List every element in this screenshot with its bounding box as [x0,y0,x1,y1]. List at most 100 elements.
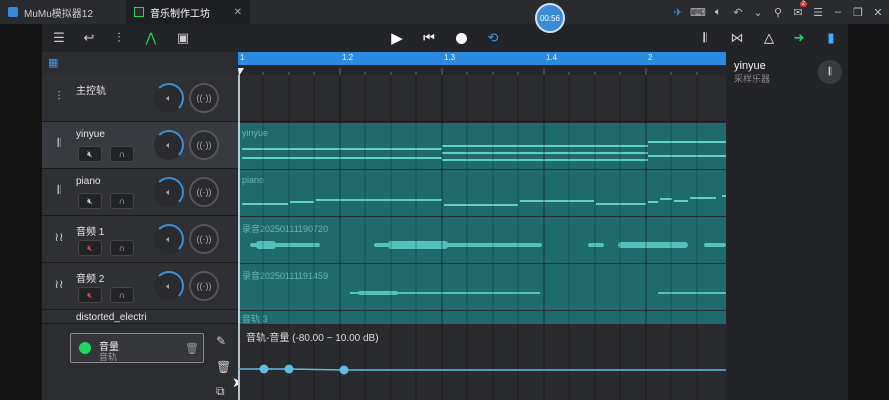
close-tab-icon[interactable]: ✕ [234,7,242,18]
volume-knob[interactable]: 🔈︎ [154,177,184,207]
midi-notes [242,195,726,206]
piano-keys-icon: 𝄃 [57,182,61,197]
pencil-icon[interactable]: ✎ [216,334,226,348]
back-icon[interactable]: ↶ [728,0,748,24]
waveform [250,241,726,249]
track-audio-2[interactable]: ≀≀ 音频 2 🔇︎ ∩ 🔈︎ ((·)) [42,263,238,310]
solo-headphones-button[interactable]: ∩ [110,146,134,162]
arrangement-area[interactable]: yinyue piano 录音20250111190720 录音20250111… [238,75,726,324]
automation-point[interactable] [339,365,349,375]
param-subtitle: 音轨 [99,352,118,362]
panel-toggle-icon[interactable]: ▮ [820,27,842,49]
undo-icon[interactable]: ↩ [78,27,100,49]
volume-knob[interactable]: 🔈︎ [154,271,184,301]
arrow-right-icon[interactable]: ➜ [788,27,810,49]
delete-icon[interactable]: 🗑︎ [216,360,231,374]
tab-mumu[interactable]: MuMu模拟器12 [0,0,120,24]
track-audio-1[interactable]: ≀≀ 音频 1 🔇︎ ∩ 🔈︎ ((·)) [42,216,238,263]
volume-icon[interactable]: 🔈︎ [708,0,728,24]
solo-headphones-button[interactable]: ∩ [110,240,134,256]
tab-music-studio[interactable]: 音乐制作工坊 ✕ [126,0,250,24]
sliders-icon: ⫶ [57,88,61,103]
ruler-marker: 1.4 [546,53,558,62]
inspector-instrument: 采样乐器 [734,74,771,84]
track-distorted[interactable]: distorted_electri [42,310,238,324]
loop-icon[interactable]: ⟲ [482,27,504,49]
ruler-marker: 1.3 [444,53,456,62]
automation-panel: 音量 音轨 🗑︎ ✎ 🗑︎ ⧉ ➤ [42,324,244,400]
inspector-track-name: yinyue [734,60,766,72]
save-icon[interactable]: ▣ [172,27,194,49]
right-gutter [848,24,889,400]
maximize-icon[interactable]: ❐ [848,0,868,24]
pan-knob[interactable]: ((·)) [189,271,219,301]
piano-keys-icon[interactable]: 𝄃 [818,60,842,84]
clip-piano[interactable]: piano [238,170,726,216]
tab-label: 音乐制作工坊 [150,8,210,20]
audio-wave-icon: ≀≀ [54,230,64,244]
volume-knob[interactable]: 🔈︎ [154,130,184,160]
metronome-split-icon[interactable]: ⋈ [726,27,748,49]
mute-button[interactable]: 🔇︎ [78,146,102,162]
clip-audio-1[interactable]: 录音20250111190720 [238,217,726,263]
solo-headphones-button[interactable]: ∩ [110,287,134,303]
timeline-ruler[interactable]: 1 1.2 1.3 1.4 2 [238,52,726,65]
automation-point[interactable] [284,364,294,374]
mute-button-active[interactable]: 🔇︎ [78,287,102,303]
pan-knob[interactable]: ((·)) [189,224,219,254]
track-grid-icon[interactable]: ▦ [48,56,66,70]
close-window-icon[interactable]: ✕ [868,0,888,24]
clip-audio-2[interactable]: 录音20250111191459 [238,264,726,310]
mail-icon[interactable]: ✉ 2 [788,0,808,24]
track-master[interactable]: ⫶ 主控轨 🔈︎ ((·)) [42,75,238,122]
automation-point[interactable] [259,364,269,374]
clip-track-3[interactable]: 音轨 3 [238,311,726,324]
clip-yinyue[interactable]: yinyue [238,123,726,169]
tab-label: MuMu模拟器12 [24,8,93,20]
keyboard-icon[interactable]: ⌨ [688,0,708,24]
user-icon[interactable]: ⚲ [768,0,788,24]
automation-range-label: 音轨-音量 (-80.00 ~ 10.00 dB) [246,333,379,344]
menu-icon[interactable]: ☰ [48,27,70,49]
automation-graph[interactable]: 音轨-音量 (-80.00 ~ 10.00 dB) [238,324,726,400]
track-yinyue[interactable]: 𝄃 yinyue 🔇︎ ∩ 🔈︎ ((·)) [42,122,238,169]
play-icon[interactable]: ▶ [386,27,408,49]
track-name: yinyue [76,129,105,140]
volume-knob[interactable]: 🔈︎ [154,83,184,113]
ruler-ticks [238,65,726,78]
metronome-icon[interactable]: △ [758,27,780,49]
ruler-marker: 1.2 [342,53,354,62]
skip-start-icon[interactable]: ⏮ [418,27,440,49]
piano-keys-icon: 𝄃 [57,135,61,150]
minimize-icon[interactable]: – [828,0,848,24]
volume-knob[interactable]: 🔈︎ [154,224,184,254]
clip-label: 音轨 3 [242,314,268,324]
solo-headphones-button[interactable]: ∩ [110,193,134,209]
pan-knob[interactable]: ((·)) [189,83,219,113]
automation-curve [238,368,726,371]
mixer-icon[interactable]: ⫶ [108,27,130,49]
track-name: 主控轨 [76,86,106,97]
left-gutter [0,24,42,400]
copy-icon[interactable]: ⧉ [216,384,225,399]
pan-knob[interactable]: ((·)) [189,130,219,160]
waveform [350,291,726,295]
gamepad-icon[interactable]: ✈ [668,0,688,24]
mute-button[interactable]: 🔇︎ [78,193,102,209]
track-name: piano [76,176,101,187]
trash-icon[interactable]: 🗑︎ [185,342,199,355]
automation-param-card[interactable]: 音量 音轨 🗑︎ [70,333,204,363]
ruler-marker: 2 [648,53,653,62]
piano-keys-icon[interactable]: 𝄃 [694,27,716,49]
pan-knob[interactable]: ((·)) [189,177,219,207]
mute-button-active[interactable]: 🔇︎ [78,240,102,256]
recording-timer[interactable]: 00:56 [535,3,565,33]
param-color-dot [79,342,91,354]
chevron-down-icon[interactable]: ⌄ [748,0,768,24]
track-name: distorted_electri [76,312,147,323]
record-icon[interactable] [450,27,472,49]
lane-master [238,75,726,122]
track-piano[interactable]: 𝄃 piano 🔇︎ ∩ 🔈︎ ((·)) [42,169,238,216]
menu-icon[interactable]: ☰ [808,0,828,24]
automation-icon[interactable]: ⋀ [140,27,162,49]
